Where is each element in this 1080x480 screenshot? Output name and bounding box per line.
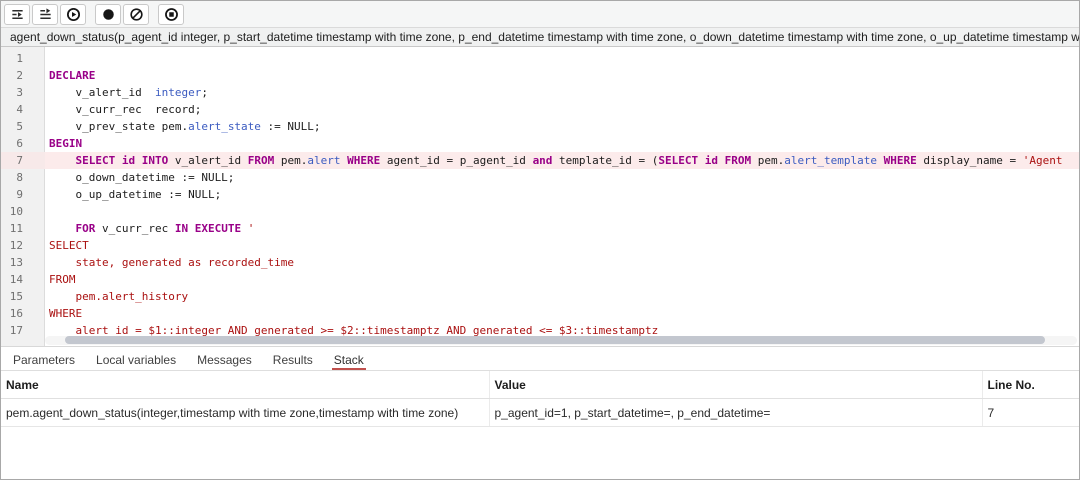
code-text[interactable]: v_alert_id integer; <box>45 84 1079 101</box>
code-text[interactable]: v_curr_rec record; <box>45 101 1079 118</box>
code-text[interactable]: SELECT id INTO v_alert_id FROM pem.alert… <box>45 152 1079 169</box>
continue-icon <box>66 7 81 22</box>
column-header-line-no-: Line No. <box>982 371 1079 399</box>
step-into-button[interactable] <box>4 4 30 25</box>
tab-local-variables[interactable]: Local variables <box>94 348 178 370</box>
code-text[interactable]: FOR v_curr_rec IN EXECUTE ' <box>45 220 1079 237</box>
code-line-13: 13 state, generated as recorded_time <box>1 254 1079 271</box>
code-line-3: 3 v_alert_id integer; <box>1 84 1079 101</box>
step-into-icon <box>10 7 25 22</box>
code-text[interactable]: BEGIN <box>45 135 1079 152</box>
stop-button[interactable] <box>158 4 184 25</box>
code-text[interactable] <box>45 203 1079 220</box>
code-text[interactable] <box>45 50 1079 67</box>
code-line-7: 7 SELECT id INTO v_alert_id FROM pem.ale… <box>1 152 1079 169</box>
code-text[interactable]: FROM <box>45 271 1079 288</box>
code-text[interactable]: DECLARE <box>45 67 1079 84</box>
frame-line-cell: 7 <box>982 399 1079 427</box>
line-number[interactable]: 2 <box>1 67 45 84</box>
continue-button[interactable] <box>60 4 86 25</box>
tab-stack[interactable]: Stack <box>332 348 366 370</box>
line-number[interactable]: 14 <box>1 271 45 288</box>
code-text[interactable]: v_prev_state pem.alert_state := NULL; <box>45 118 1079 135</box>
debugger-toolbar <box>1 1 1079 28</box>
code-line-8: 8 o_down_datetime := NULL; <box>1 169 1079 186</box>
line-number[interactable]: 3 <box>1 84 45 101</box>
code-text[interactable]: o_up_datetime := NULL; <box>45 186 1079 203</box>
code-line-15: 15 pem.alert_history <box>1 288 1079 305</box>
tab-parameters[interactable]: Parameters <box>11 348 77 370</box>
code-text[interactable]: state, generated as recorded_time <box>45 254 1079 271</box>
line-number[interactable]: 12 <box>1 237 45 254</box>
code-line-6: 6BEGIN <box>1 135 1079 152</box>
column-header-name: Name <box>1 371 489 399</box>
code-line-5: 5 v_prev_state pem.alert_state := NULL; <box>1 118 1079 135</box>
code-line-11: 11 FOR v_curr_rec IN EXECUTE ' <box>1 220 1079 237</box>
stack-table: NameValueLine No. pem.agent_down_status(… <box>1 371 1079 427</box>
code-editor[interactable]: 12DECLARE3 v_alert_id integer;4 v_curr_r… <box>1 47 1079 346</box>
code-line-2: 2DECLARE <box>1 67 1079 84</box>
toggle-breakpoint-button[interactable] <box>95 4 121 25</box>
code-text[interactable]: WHERE <box>45 305 1079 322</box>
code-line-4: 4 v_curr_rec record; <box>1 101 1079 118</box>
stack-table-header-row: NameValueLine No. <box>1 371 1079 399</box>
code-line-16: 16WHERE <box>1 305 1079 322</box>
frame-name-cell: pem.agent_down_status(integer,timestamp … <box>1 399 489 427</box>
line-number[interactable]: 11 <box>1 220 45 237</box>
horizontal-scrollbar-thumb[interactable] <box>65 336 1045 344</box>
function-signature: agent_down_status(p_agent_id integer, p_… <box>1 28 1079 47</box>
code-line-14: 14FROM <box>1 271 1079 288</box>
line-number[interactable]: 17 <box>1 322 45 339</box>
line-number[interactable]: 9 <box>1 186 45 203</box>
step-over-icon <box>38 7 53 22</box>
tab-results[interactable]: Results <box>271 348 315 370</box>
horizontal-scrollbar-track[interactable] <box>45 336 1077 345</box>
line-number[interactable]: 13 <box>1 254 45 271</box>
clear-all-breakpoints-icon <box>129 7 144 22</box>
stop-icon <box>164 7 179 22</box>
code-line-12: 12SELECT <box>1 237 1079 254</box>
tab-messages[interactable]: Messages <box>195 348 254 370</box>
code-lines: 12DECLARE3 v_alert_id integer;4 v_curr_r… <box>1 50 1079 339</box>
line-number[interactable]: 15 <box>1 288 45 305</box>
step-over-button[interactable] <box>32 4 58 25</box>
line-number[interactable]: 6 <box>1 135 45 152</box>
line-number[interactable]: 10 <box>1 203 45 220</box>
code-line-9: 9 o_up_datetime := NULL; <box>1 186 1079 203</box>
debugger-window: agent_down_status(p_agent_id integer, p_… <box>0 0 1080 480</box>
frame-value-cell: p_agent_id=1, p_start_datetime=, p_end_d… <box>489 399 982 427</box>
code-text[interactable]: SELECT <box>45 237 1079 254</box>
code-text[interactable]: pem.alert_history <box>45 288 1079 305</box>
toggle-breakpoint-icon <box>101 7 116 22</box>
line-number[interactable]: 16 <box>1 305 45 322</box>
code-line-10: 10 <box>1 203 1079 220</box>
line-number[interactable]: 8 <box>1 169 45 186</box>
column-header-value: Value <box>489 371 982 399</box>
code-text[interactable]: o_down_datetime := NULL; <box>45 169 1079 186</box>
line-number[interactable]: 4 <box>1 101 45 118</box>
line-number[interactable]: 1 <box>1 50 45 67</box>
line-number[interactable]: 7 <box>1 152 45 169</box>
bottom-panel-tabs: Parameters Local variables Messages Results… <box>1 346 1079 371</box>
clear-all-breakpoints-button[interactable] <box>123 4 149 25</box>
line-number[interactable]: 5 <box>1 118 45 135</box>
code-line-1: 1 <box>1 50 1079 67</box>
stack-frame-row[interactable]: pem.agent_down_status(integer,timestamp … <box>1 399 1079 427</box>
